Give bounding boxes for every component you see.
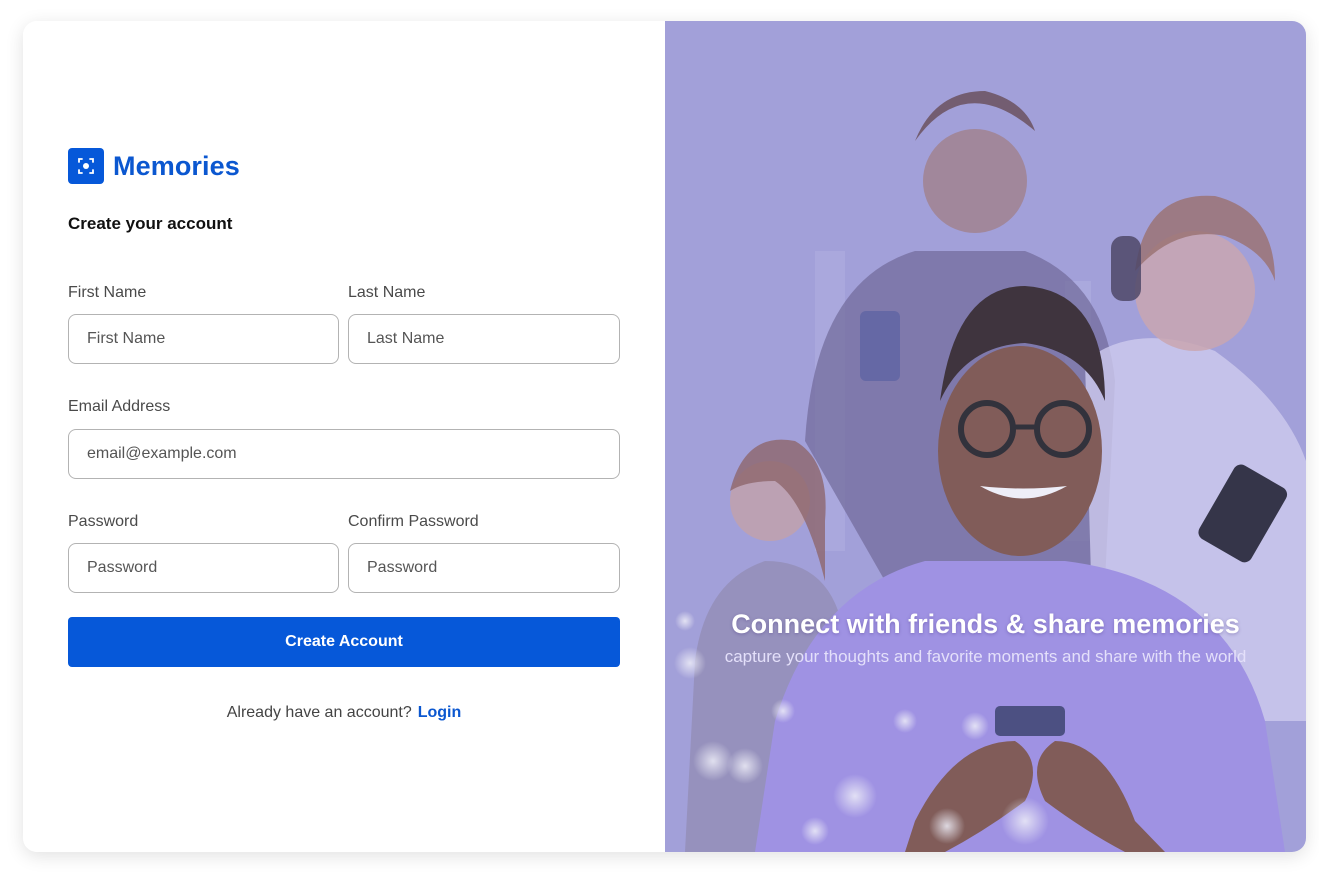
login-link[interactable]: Login [418,704,462,721]
login-prompt-row: Already have an account? Login [68,704,620,722]
first-name-label: First Name [68,284,147,301]
signup-card: Memories Create your account First Name … [23,21,1306,852]
first-name-input[interactable] [68,314,339,364]
signup-form-pane: Memories Create your account First Name … [23,21,665,852]
last-name-input[interactable] [348,314,620,364]
confirm-password-input[interactable] [348,543,620,593]
hero-subtitle: capture your thoughts and favorite momen… [724,647,1247,666]
focus-camera-icon [68,148,104,184]
confirm-password-label: Confirm Password [348,513,479,530]
last-name-label: Last Name [348,284,426,301]
password-input[interactable] [68,543,339,593]
login-prompt-text: Already have an account? [226,704,412,721]
brand: Memories [68,148,240,184]
hero-photo [665,21,1306,852]
form-subtitle: Create your account [68,214,233,233]
password-label: Password [68,513,139,530]
create-account-button[interactable]: Create Account [68,617,620,667]
hero-title: Connect with friends & share memories [731,609,1240,639]
hero-panel: Connect with friends & share memories ca… [665,21,1306,852]
brand-name: Memories [113,150,240,181]
email-label: Email Address [68,398,171,415]
email-input[interactable] [68,429,620,479]
